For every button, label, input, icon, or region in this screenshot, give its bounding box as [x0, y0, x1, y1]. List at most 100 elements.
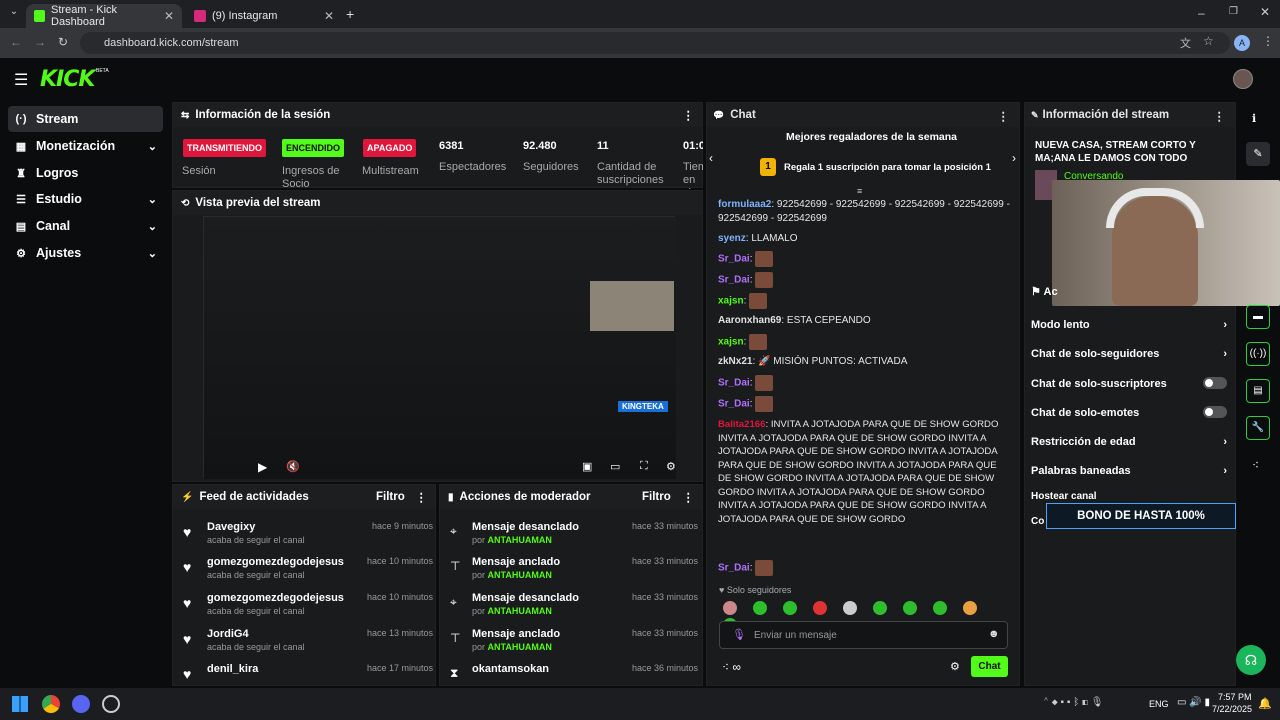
tab-kick-dashboard[interactable]: Stream - Kick Dashboard ✕: [26, 4, 182, 28]
network-volume-battery-icons[interactable]: ▭ 🔊 ▮: [1177, 697, 1210, 708]
edit-icon[interactable]: ✎: [1246, 142, 1270, 166]
chat-username[interactable]: xajsn: [718, 296, 744, 307]
collapse-icon[interactable]: ≡: [857, 186, 862, 196]
mute-icon[interactable]: 🔇: [286, 460, 300, 473]
profile-avatar[interactable]: A: [1234, 35, 1250, 51]
setting-followers-only[interactable]: Chat de solo-seguidores ›: [1031, 348, 1227, 360]
emote-icon[interactable]: [873, 601, 887, 615]
broadcast-icon[interactable]: ((·)): [1246, 342, 1270, 366]
notifications-icon[interactable]: 🔔: [1258, 697, 1272, 710]
sidebar-item-canal[interactable]: ▤ Canal ⌄: [8, 213, 163, 239]
kick-logo[interactable]: KICK: [40, 67, 95, 92]
tray-icons[interactable]: ⌃ ◆ ▪ ▪ ᛒ ◧ 🎙: [1043, 697, 1103, 708]
restore-button[interactable]: ❐: [1229, 6, 1238, 17]
chat-username[interactable]: zkNx21: [718, 356, 752, 367]
emoji-icon[interactable]: ☻: [988, 628, 1000, 640]
minimize-button[interactable]: –: [1198, 6, 1205, 20]
translate-icon[interactable]: 文: [1180, 35, 1191, 51]
theater-icon[interactable]: ▭: [610, 460, 620, 473]
filter-button[interactable]: Filtro: [376, 491, 405, 503]
chat-tools-icon[interactable]: ⁖ ∞: [722, 660, 741, 674]
more-options-icon[interactable]: ⋮: [683, 490, 695, 504]
follower-name[interactable]: denil_kira: [207, 663, 258, 675]
url-field[interactable]: dashboard.kick.com/stream: [80, 32, 1230, 54]
chat-username[interactable]: xajsn: [718, 337, 744, 348]
setting-host-channel[interactable]: Hostear canal: [1031, 491, 1227, 502]
filter-button[interactable]: Filtro: [642, 491, 671, 503]
more-options-icon[interactable]: ⋮: [1214, 109, 1226, 123]
clock-time[interactable]: 7:57 PM: [1218, 692, 1252, 702]
microphone-icon[interactable]: 🎙: [732, 628, 746, 641]
emote-icon[interactable]: [843, 601, 857, 615]
chat-username[interactable]: formulaaa2: [718, 199, 771, 210]
emote-icon[interactable]: [753, 601, 767, 615]
emote-icon[interactable]: [813, 601, 827, 615]
follower-name[interactable]: gomezgomezdegodejesus: [207, 592, 344, 604]
hamburger-menu-icon[interactable]: ☰: [14, 70, 28, 90]
chevron-right-icon[interactable]: ›: [1012, 151, 1016, 165]
play-icon[interactable]: ▶: [258, 460, 267, 474]
emote-icon[interactable]: [933, 601, 947, 615]
emote-icon[interactable]: [723, 601, 737, 615]
setting-age-restriction[interactable]: Restricción de edad ›: [1031, 436, 1227, 448]
emotes-only-toggle[interactable]: [1203, 406, 1227, 418]
back-icon[interactable]: ←: [10, 35, 22, 49]
layout-icon[interactable]: ▤: [1246, 379, 1270, 403]
fullscreen-icon[interactable]: ⛶: [640, 460, 648, 473]
chat-input[interactable]: 🎙 Enviar un mensaje ☻: [719, 621, 1008, 649]
follower-name[interactable]: gomezgomezdegodejesus: [207, 556, 344, 568]
sidebar-item-monetizacion[interactable]: ▦ Monetización ⌄: [8, 133, 163, 159]
emote-icon[interactable]: [963, 601, 977, 615]
wrench-icon[interactable]: 🔧: [1246, 416, 1270, 440]
moderator-name[interactable]: ANTAHUAMAN: [488, 535, 552, 545]
close-tab-icon[interactable]: ✕: [164, 9, 174, 23]
sidebar-item-logros[interactable]: ♜ Logros: [8, 160, 163, 186]
integrations-icon[interactable]: ⁖: [1252, 458, 1259, 472]
new-tab-button[interactable]: +: [346, 6, 354, 22]
follower-name[interactable]: Davegixy: [207, 521, 255, 533]
discord-taskbar-icon[interactable]: [72, 695, 90, 713]
pip-icon[interactable]: ▣: [582, 460, 592, 473]
more-options-icon[interactable]: ⋮: [998, 109, 1010, 123]
tab-instagram[interactable]: (9) Instagram ✕: [186, 4, 342, 28]
setting-slow-mode[interactable]: Modo lento ›: [1031, 319, 1227, 331]
follower-name[interactable]: JordiG4: [207, 628, 249, 640]
setting-banned-words[interactable]: Palabras baneadas ›: [1031, 465, 1227, 477]
chrome-taskbar-icon[interactable]: [42, 695, 60, 713]
chat-username[interactable]: Aaronxhan69: [718, 315, 781, 326]
emote-icon[interactable]: [783, 601, 797, 615]
chat-username[interactable]: Sr_Dai: [718, 563, 750, 574]
chat-username[interactable]: Sr_Dai: [718, 399, 750, 410]
close-tab-icon[interactable]: ✕: [324, 9, 334, 23]
moderator-name[interactable]: ANTAHUAMAN: [488, 570, 552, 580]
close-window-button[interactable]: ✕: [1260, 5, 1270, 19]
chat-username[interactable]: Sr_Dai: [718, 254, 750, 265]
sidebar-item-ajustes[interactable]: ⚙ Ajustes ⌄: [8, 240, 163, 266]
moderator-name[interactable]: ANTAHUAMAN: [488, 642, 552, 652]
app-taskbar-icon[interactable]: [102, 695, 120, 713]
user-avatar[interactable]: [1233, 69, 1253, 89]
forward-icon[interactable]: →: [34, 35, 46, 49]
sidebar-item-estudio[interactable]: ☰ Estudio ⌄: [8, 186, 163, 212]
language-indicator[interactable]: ENG: [1149, 699, 1169, 709]
chat-settings-icon[interactable]: ⚙: [950, 660, 960, 673]
subscribers-only-toggle[interactable]: [1203, 377, 1227, 389]
clock-date[interactable]: 7/22/2025: [1212, 704, 1252, 714]
emote-icon[interactable]: [903, 601, 917, 615]
info-icon[interactable]: ℹ: [1252, 112, 1256, 125]
send-chat-button[interactable]: Chat: [971, 656, 1008, 677]
stream-video-player[interactable]: KINGTEKA ▶ 🔇 ▣ ▭ ⛶ ⚙: [203, 216, 676, 479]
chat-popout-icon[interactable]: ▬: [1246, 305, 1270, 329]
more-options-icon[interactable]: ⋮: [416, 490, 428, 504]
windows-start-icon[interactable]: [12, 696, 28, 712]
chat-username[interactable]: syenz: [718, 233, 746, 244]
tab-list-button[interactable]: ⌄: [6, 6, 22, 22]
chat-username[interactable]: Sr_Dai: [718, 378, 750, 389]
chevron-left-icon[interactable]: ‹: [709, 151, 713, 165]
moderator-name[interactable]: ANTAHUAMAN: [488, 606, 552, 616]
sidebar-item-stream[interactable]: (·) Stream: [8, 106, 163, 132]
bookmark-star-icon[interactable]: ☆: [1203, 34, 1214, 48]
settings-gear-icon[interactable]: ⚙: [666, 460, 676, 473]
more-options-icon[interactable]: ⋮: [683, 108, 695, 122]
chat-username[interactable]: Sr_Dai: [718, 275, 750, 286]
